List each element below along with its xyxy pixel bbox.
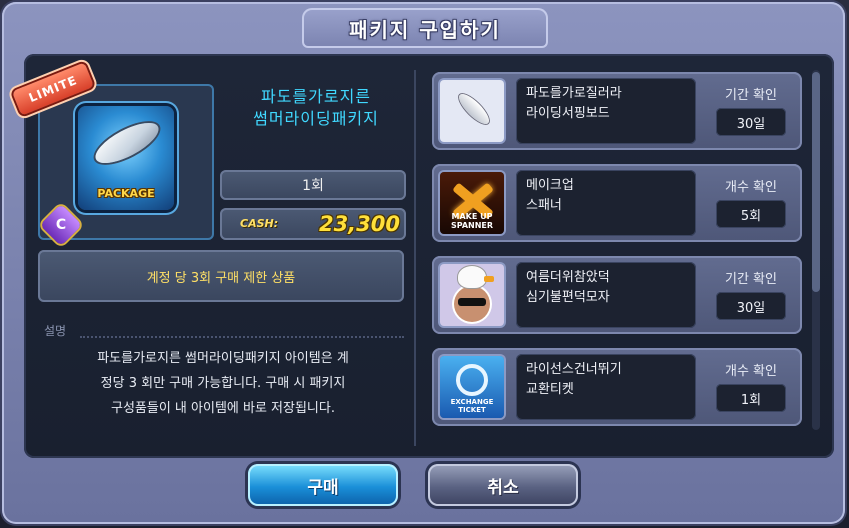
scrollbar-thumb[interactable] xyxy=(812,72,820,292)
package-name: 파도를가로지른 썸머라이딩패키지 xyxy=(226,86,406,130)
item-name-line2: 스패너 xyxy=(526,198,562,213)
item-name-line2: 교환티켓 xyxy=(526,382,574,397)
description-line2: 정당 3 회만 구매 가능합니다. 구매 시 패키지 xyxy=(100,376,346,391)
item-label: 개수 확인 xyxy=(725,364,777,379)
description-line1: 파도를가로지른 썸머라이딩패키지 아이템은 계 xyxy=(97,351,349,366)
buy-button[interactable]: 구매 xyxy=(248,464,398,506)
list-item: EXCHANGE TICKET 라이선스건너뛰기 교환티켓 개수 확인 1회 xyxy=(432,348,802,426)
item-value: 5회 xyxy=(716,200,786,228)
item-name: 라이선스건너뛰기 교환티켓 xyxy=(516,354,696,420)
surfboard-icon xyxy=(440,80,504,142)
cash-label: CASH: xyxy=(240,217,279,230)
grade-c-text: C xyxy=(55,217,67,233)
list-item: MAKE UP SPANNER 메이크업 스패너 개수 확인 5회 xyxy=(432,164,802,242)
item-value: 30일 xyxy=(716,108,786,136)
description-line3: 구성품들이 내 아이템에 바로 저장됩니다. xyxy=(111,401,335,416)
cancel-button[interactable]: 취소 xyxy=(428,464,578,506)
panel-divider xyxy=(414,70,416,446)
duck-hat-icon xyxy=(440,264,504,326)
description-header: 설명 xyxy=(44,324,67,338)
item-label: 기간 확인 xyxy=(725,272,777,287)
price-field: CASH: 23,300 xyxy=(220,208,406,240)
dialog-title-bar: 패키지 구입하기 xyxy=(302,8,548,48)
package-name-line2: 썸머라이딩패키지 xyxy=(253,109,379,128)
price-value: 23,300 xyxy=(318,212,400,236)
item-name-line2: 심기불편덕모자 xyxy=(526,290,610,305)
description-divider xyxy=(80,336,404,338)
surfboard-graphic xyxy=(89,115,165,171)
spanner-icon: MAKE UP SPANNER xyxy=(440,172,504,234)
exchange-ticket-icon: EXCHANGE TICKET xyxy=(440,356,504,418)
ticket-icon-text: EXCHANGE TICKET xyxy=(450,398,494,414)
list-item: 파도를가로질러라 라이딩서핑보드 기간 확인 30일 xyxy=(432,72,802,150)
item-name-line1: 여름더위참았덕 xyxy=(526,270,610,285)
package-name-line1: 파도를가로지른 xyxy=(260,87,372,106)
item-name-line1: 메이크업 xyxy=(526,178,574,193)
dialog-title: 패키지 구입하기 xyxy=(349,17,501,42)
item-name: 여름더위참았덕 심기불편덕모자 xyxy=(516,262,696,328)
grade-c-icon: C xyxy=(39,203,83,247)
item-name-line1: 라이선스건너뛰기 xyxy=(526,362,622,377)
quantity-field: 1회 xyxy=(220,170,406,200)
item-value: 30일 xyxy=(716,292,786,320)
item-name-line1: 파도를가로질러라 xyxy=(526,86,622,101)
purchase-limit-notice: 계정 당 3회 구매 제한 상품 xyxy=(38,250,404,302)
item-name-line2: 라이딩서핑보드 xyxy=(526,106,610,121)
item-label: 개수 확인 xyxy=(725,180,777,195)
item-value: 1회 xyxy=(716,384,786,412)
spanner-icon-text: MAKE UP SPANNER xyxy=(450,212,494,230)
package-label: PACKAGE xyxy=(97,187,155,200)
package-icon: PACKAGE xyxy=(78,106,174,210)
item-list-scrollbar[interactable] xyxy=(812,70,820,430)
item-name: 메이크업 스패너 xyxy=(516,170,696,236)
item-name: 파도를가로질러라 라이딩서핑보드 xyxy=(516,78,696,144)
item-label: 기간 확인 xyxy=(725,88,777,103)
description-text: 파도를가로지른 썸머라이딩패키지 아이템은 계 정당 3 회만 구매 가능합니다… xyxy=(40,346,406,421)
list-item: 여름더위참았덕 심기불편덕모자 기간 확인 30일 xyxy=(432,256,802,334)
